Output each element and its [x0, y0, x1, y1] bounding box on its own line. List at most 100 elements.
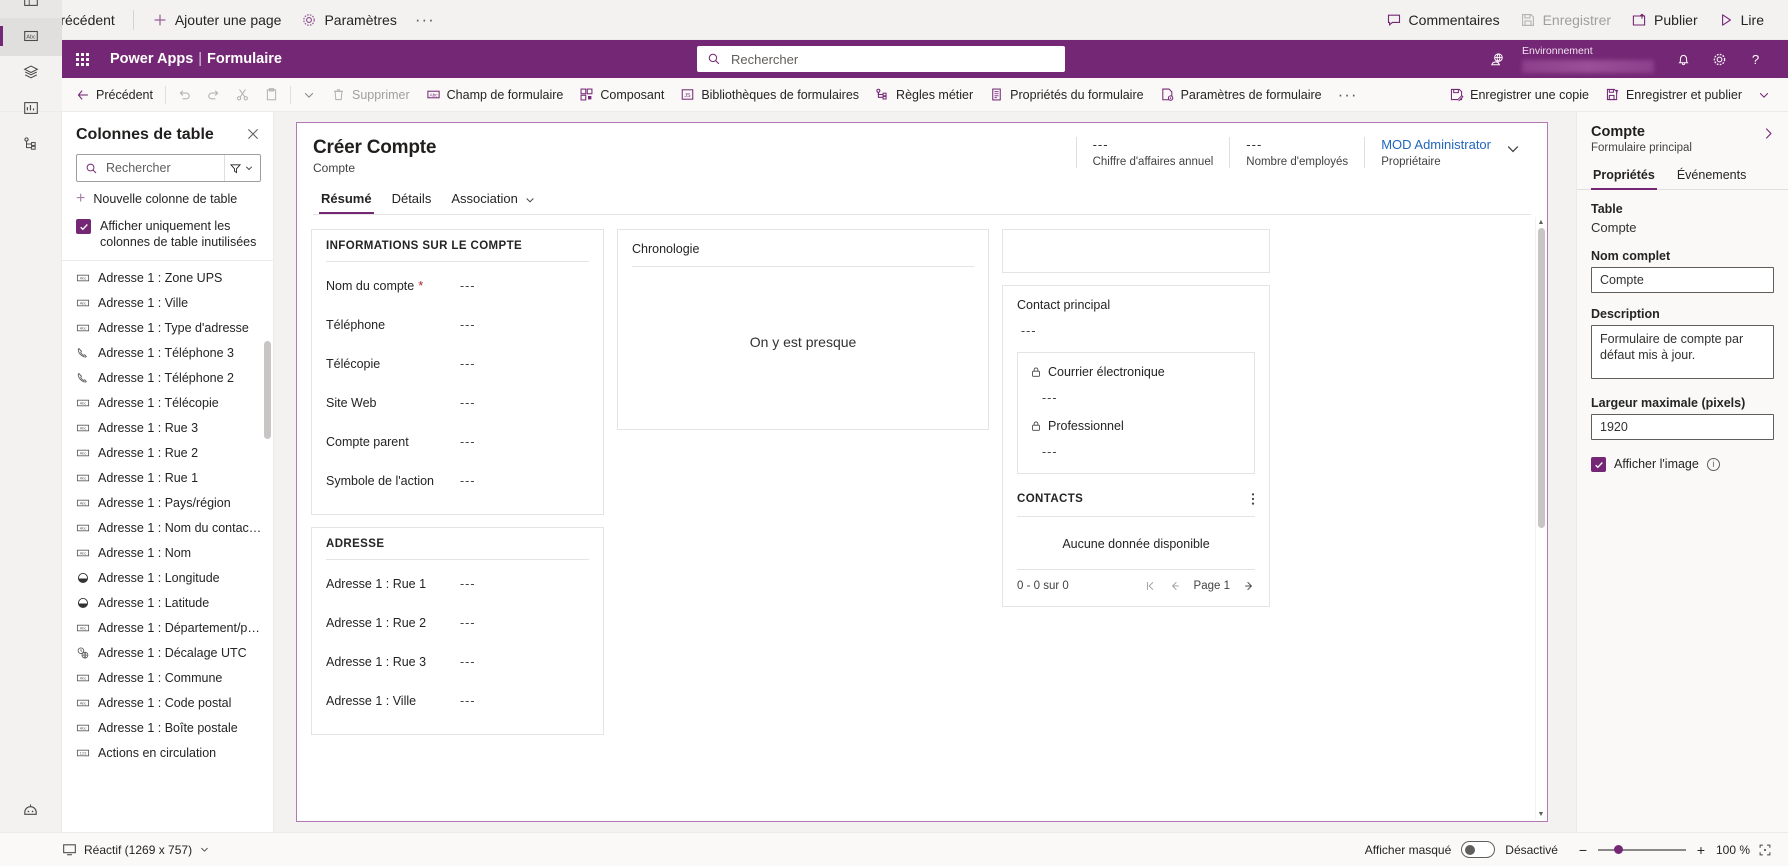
- comments-button[interactable]: Commentaires: [1376, 4, 1510, 36]
- more-vertical-icon[interactable]: [1251, 492, 1255, 506]
- add-page-button[interactable]: Ajouter une page: [142, 4, 292, 36]
- info-icon[interactable]: i: [1706, 457, 1720, 471]
- list-item[interactable]: Adresse 1 : Téléphone 3: [62, 340, 273, 365]
- rail-copilot-button[interactable]: [0, 798, 62, 832]
- form-tab-association[interactable]: Association: [443, 185, 543, 214]
- form-tab-resume[interactable]: Résumé: [313, 185, 380, 215]
- header-stat-employees[interactable]: --- Nombre d'employés: [1229, 137, 1364, 168]
- list-item[interactable]: Adresse 1 : Téléphone 2: [62, 365, 273, 390]
- blank-card[interactable]: [1002, 229, 1270, 274]
- first-page-icon[interactable]: [1144, 580, 1156, 592]
- form-field-row[interactable]: Adresse 1 : Ville ---: [326, 681, 589, 720]
- save-publish-button[interactable]: Enregistrer et publier: [1597, 81, 1750, 109]
- show-hidden-toggle[interactable]: [1461, 841, 1496, 858]
- help-button[interactable]: ?: [1738, 40, 1772, 78]
- form-field-value[interactable]: ---: [460, 435, 476, 449]
- form-field-row[interactable]: Adresse 1 : Rue 1 ---: [326, 564, 589, 603]
- cmd-back-button[interactable]: Précédent: [68, 81, 161, 109]
- form-properties-button[interactable]: Propriétés du formulaire: [981, 81, 1151, 109]
- list-item[interactable]: Adresse 1 : Longitude: [62, 565, 273, 590]
- rail-tool-columns[interactable]: Abc: [0, 18, 62, 54]
- display-name-input[interactable]: [1591, 267, 1774, 293]
- zoom-slider[interactable]: [1597, 843, 1686, 857]
- delete-button[interactable]: Supprimer: [323, 81, 418, 109]
- columns-search-box[interactable]: [76, 154, 261, 182]
- form-field-row[interactable]: Compte parent ---: [326, 422, 589, 461]
- columns-list-scrollbar[interactable]: [264, 267, 271, 826]
- form-field-value[interactable]: ---: [460, 396, 476, 410]
- component-button[interactable]: Composant: [571, 81, 672, 109]
- form-field-value[interactable]: ---: [460, 357, 476, 371]
- environment-globe-button[interactable]: [1480, 40, 1514, 78]
- scrollbar-thumb[interactable]: [264, 341, 271, 439]
- rail-tool-tree-view[interactable]: [0, 0, 62, 18]
- list-item[interactable]: Abc Adresse 1 : Zone UPS: [62, 265, 273, 290]
- save-copy-button[interactable]: Enregistrer une copie: [1441, 81, 1597, 109]
- save-button[interactable]: Enregistrer: [1510, 4, 1621, 36]
- command-overflow-button[interactable]: ···: [1330, 85, 1366, 105]
- form-field-value[interactable]: ---: [460, 474, 476, 488]
- list-item[interactable]: Abc Adresse 1 : Ville: [62, 290, 273, 315]
- list-item[interactable]: Abc Adresse 1 : Département/province: [62, 615, 273, 640]
- business-rules-button[interactable]: Règles métier: [867, 81, 981, 109]
- form-libraries-button[interactable]: JS Bibliothèques de formulaires: [672, 81, 867, 109]
- next-page-icon[interactable]: [1243, 580, 1255, 592]
- search-input[interactable]: [728, 50, 1055, 68]
- columns-filter-button[interactable]: [224, 155, 260, 181]
- save-options-button[interactable]: [1750, 81, 1778, 109]
- list-item[interactable]: Abc Adresse 1 : Rue 3: [62, 415, 273, 440]
- scrollbar-thumb[interactable]: [1537, 228, 1545, 528]
- cut-button[interactable]: [228, 81, 257, 109]
- show-unused-columns-checkbox[interactable]: Afficher uniquement les colonnes de tabl…: [76, 218, 259, 250]
- chevron-right-icon[interactable]: [1759, 124, 1778, 143]
- publish-button[interactable]: Publier: [1621, 4, 1708, 36]
- form-field-value[interactable]: ---: [460, 318, 476, 332]
- header-expand-button[interactable]: [1495, 137, 1529, 157]
- show-image-row[interactable]: Afficher l'image i: [1591, 456, 1774, 472]
- close-icon[interactable]: [243, 126, 263, 142]
- rail-tool-hierarchy[interactable]: [0, 126, 62, 162]
- form-field-row[interactable]: Télécopie ---: [326, 344, 589, 383]
- list-item[interactable]: Abc Adresse 1 : Nom du contact princ...: [62, 515, 273, 540]
- scroll-up-icon[interactable]: ▲: [1538, 217, 1545, 228]
- form-field-value[interactable]: ---: [460, 655, 476, 669]
- section-account-info[interactable]: INFORMATIONS SUR LE COMPTE Nom du compte…: [311, 229, 604, 516]
- tab-properties[interactable]: Propriétés: [1591, 164, 1657, 190]
- list-item[interactable]: Abc Adresse 1 : Code postal: [62, 690, 273, 715]
- form-field-value[interactable]: ---: [460, 279, 476, 293]
- form-canvas-scrollbar[interactable]: ▲ ▼: [1535, 217, 1546, 820]
- app-launcher-button[interactable]: [62, 40, 102, 78]
- form-field-row[interactable]: Adresse 1 : Rue 3 ---: [326, 642, 589, 681]
- list-item[interactable]: Abc Adresse 1 : Nom: [62, 540, 273, 565]
- paste-overflow-button[interactable]: [295, 81, 323, 109]
- responsive-selector[interactable]: Réactif (1269 x 757): [62, 842, 210, 857]
- environment-picker[interactable]: Environnement: [1522, 45, 1654, 73]
- topbar-overflow-button[interactable]: ···: [407, 10, 443, 30]
- form-field-value[interactable]: ---: [460, 577, 476, 591]
- scroll-down-icon[interactable]: ▼: [1538, 809, 1545, 820]
- list-item[interactable]: Abc Adresse 1 : Télécopie: [62, 390, 273, 415]
- form-field-row[interactable]: Adresse 1 : Rue 2 ---: [326, 603, 589, 642]
- brand-title[interactable]: Power Apps | Formulaire: [110, 51, 282, 67]
- list-item[interactable]: Abc Adresse 1 : Rue 2: [62, 440, 273, 465]
- form-field-value[interactable]: ---: [460, 694, 476, 708]
- play-button[interactable]: Lire: [1708, 4, 1774, 36]
- list-item[interactable]: Abc Adresse 1 : Boîte postale: [62, 715, 273, 740]
- zoom-out-button[interactable]: −: [1576, 842, 1590, 858]
- zoom-slider-knob[interactable]: [1613, 844, 1623, 854]
- description-textarea[interactable]: Formulaire de compte par défaut mis à jo…: [1591, 325, 1774, 379]
- form-tab-details[interactable]: Détails: [384, 185, 440, 214]
- form-field-row[interactable]: Symbole de l'action ---: [326, 461, 589, 500]
- header-owner[interactable]: MOD Administrator Propriétaire: [1364, 137, 1495, 168]
- form-field-button[interactable]: Abc Champ de formulaire: [418, 81, 572, 109]
- new-table-column-button[interactable]: + Nouvelle colonne de table: [76, 191, 261, 207]
- rail-tool-insights[interactable]: [0, 90, 62, 126]
- columns-search-input[interactable]: [104, 160, 224, 176]
- list-item[interactable]: Abc Adresse 1 : Commune: [62, 665, 273, 690]
- notifications-button[interactable]: [1666, 40, 1700, 78]
- table-columns-list[interactable]: Abc Adresse 1 : Zone UPS Abc Adresse 1 : Vi…: [62, 261, 273, 832]
- form-settings-button[interactable]: Paramètres de formulaire: [1152, 81, 1330, 109]
- settings-gear-button[interactable]: [1702, 40, 1736, 78]
- timeline-card[interactable]: Chronologie On y est presque: [617, 229, 989, 431]
- list-item[interactable]: Adresse 1 : Décalage UTC: [62, 640, 273, 665]
